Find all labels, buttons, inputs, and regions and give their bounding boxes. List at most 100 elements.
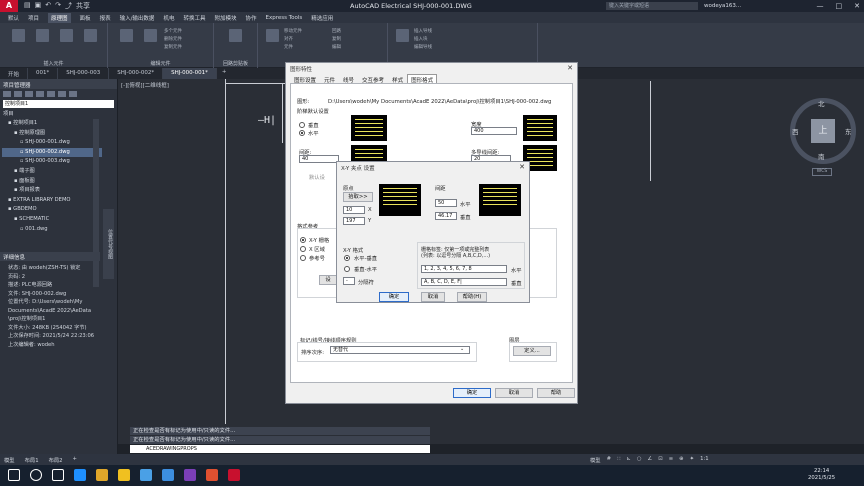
spacing-v-input[interactable]: 46.17 <box>435 212 457 220</box>
user-account[interactable]: wodeya163... <box>704 3 741 9</box>
chevron-down-icon[interactable]: ⌄ <box>460 346 464 352</box>
menu-tab[interactable]: 输入/输出数据 <box>120 14 155 22</box>
x-zone-radio[interactable] <box>300 246 306 252</box>
document-tab[interactable]: SHJ-000-002* <box>109 68 164 79</box>
maximize-button[interactable]: □ <box>836 2 843 10</box>
taskbar-app-icon[interactable] <box>206 469 218 481</box>
ribbon-small-item[interactable]: 编辑导线 <box>414 44 432 50</box>
spacing-input[interactable]: 40 <box>299 155 339 163</box>
copy-component-icon[interactable] <box>144 29 157 42</box>
xy-help-button[interactable]: 帮助(H) <box>457 292 487 302</box>
document-tab[interactable]: 开始 <box>0 68 29 79</box>
format-setup-button[interactable]: 设 <box>319 275 337 285</box>
ok-button[interactable]: 确定 <box>453 388 491 398</box>
project-selector[interactable]: 控制项目1 <box>3 100 114 108</box>
layout-tab[interactable]: 模型 <box>4 456 15 464</box>
status-toggle-icon[interactable]: ∠ <box>648 456 653 464</box>
pick-origin-button[interactable]: 拾取>> <box>343 192 373 202</box>
drawing-properties-icon[interactable] <box>58 91 66 97</box>
vertical-radio[interactable] <box>299 122 305 128</box>
xy-grid-radio[interactable] <box>300 237 306 243</box>
tree-item[interactable]: ▪ 面板图 <box>2 177 102 187</box>
vertical-labels-input[interactable]: A, B, C, D, E, F| <box>421 278 507 286</box>
insert-ladder-icon[interactable] <box>60 29 73 42</box>
tree-item[interactable]: ▪ 控制项目1 <box>2 119 102 129</box>
circuit-clipboard-icon[interactable] <box>229 29 242 42</box>
tree-item[interactable]: ▪ 项目报表 <box>2 186 102 196</box>
new-tab-icon[interactable]: + <box>217 68 232 79</box>
format-v-h-radio[interactable] <box>344 266 350 272</box>
reference-number-radio[interactable] <box>300 255 306 261</box>
taskbar-app-icon[interactable] <box>30 469 42 481</box>
edit-component-icon[interactable] <box>120 29 133 42</box>
command-input[interactable]: ACEDRAWINGPROPS <box>130 445 430 453</box>
viewcube-east[interactable]: 东 <box>845 126 852 136</box>
status-toggle-icon[interactable]: ∷ <box>617 456 620 464</box>
status-toggle-icon[interactable]: ⊕ <box>679 456 683 464</box>
autocad-logo[interactable]: A <box>0 0 18 12</box>
wire-number-icon[interactable] <box>396 29 409 42</box>
sort-order-select[interactable]: 无替代 <box>330 346 470 354</box>
taskbar-app-icon[interactable] <box>74 469 86 481</box>
taskbar-app-icon[interactable] <box>8 469 20 481</box>
xy-cancel-button[interactable]: 取消 <box>421 292 445 302</box>
layout-tab[interactable]: 布局2 <box>49 456 63 464</box>
insert-wire-icon[interactable] <box>36 29 49 42</box>
menu-tab[interactable]: 面板 <box>80 14 91 22</box>
menu-tab[interactable]: 附加模块 <box>214 14 236 22</box>
taskbar-app-icon[interactable] <box>184 469 196 481</box>
viewcube-south[interactable]: 南 <box>818 151 825 161</box>
ribbon-small-item[interactable]: 回路 <box>332 28 341 34</box>
new-project-icon[interactable] <box>14 91 22 97</box>
separator-input[interactable]: - <box>343 277 355 285</box>
menu-tab[interactable]: 默认 <box>8 14 19 22</box>
status-toggle-icon[interactable]: ⊡ <box>658 456 662 464</box>
insert-block-icon[interactable] <box>84 29 97 42</box>
taskbar-clock[interactable]: 22:14 2021/5/25 <box>808 468 835 482</box>
taskbar-app-icon[interactable] <box>118 469 130 481</box>
ribbon-small-item[interactable]: 复制元件 <box>164 44 182 50</box>
ribbon-small-item[interactable]: 插入导线 <box>414 28 432 34</box>
ribbon-small-item[interactable]: 元件 <box>284 44 293 50</box>
tree-item[interactable]: ▪ 端子图 <box>2 167 102 177</box>
open-icon[interactable]: ▤ <box>24 1 31 11</box>
ribbon-small-item[interactable]: 复制 <box>332 36 341 42</box>
model-space-toggle[interactable]: 模型 <box>590 456 601 464</box>
save-icon[interactable]: ▣ <box>35 1 42 11</box>
ribbon-small-item[interactable]: 移动元件 <box>284 28 302 34</box>
menu-tab[interactable]: 机电 <box>163 14 174 22</box>
ribbon-small-item[interactable]: 插入块 <box>414 36 428 42</box>
search-input[interactable]: 键入关键字或短语 <box>606 2 698 10</box>
layout-tab[interactable]: 布局1 <box>25 456 39 464</box>
tree-item[interactable]: ▫ SHJ-000-003.dwg <box>2 157 102 167</box>
status-toggle-icon[interactable]: # <box>607 456 611 464</box>
status-toggle-icon[interactable]: ✦ <box>690 456 694 464</box>
undo-icon[interactable]: ↶ <box>45 1 51 11</box>
close-icon[interactable]: ✕ <box>519 163 525 171</box>
close-icon[interactable]: ✕ <box>567 64 573 72</box>
menu-tab[interactable]: 报表 <box>100 14 111 22</box>
viewport-label[interactable]: [-][俯视][二维线框] <box>121 81 169 89</box>
horizontal-labels-input[interactable]: 1, 2, 3, 4, 5, 6, 7, 8 <box>421 265 507 273</box>
status-toggle-icon[interactable]: ⊾ <box>626 456 630 464</box>
menu-tab[interactable]: 转换工具 <box>183 14 205 22</box>
redo-icon[interactable]: ↷ <box>55 1 61 11</box>
tree-scrollbar[interactable] <box>93 119 99 287</box>
tree-item[interactable]: ▫ 001.dwg <box>2 225 102 235</box>
wcs-menu[interactable]: WCS <box>812 168 832 176</box>
close-button[interactable]: ✕ <box>854 2 860 10</box>
share-icon[interactable]: ⤴ <box>65 1 72 11</box>
menu-tab[interactable]: 项目 <box>28 14 39 22</box>
wire-icon[interactable] <box>266 29 279 42</box>
origin-y-input[interactable]: 197 <box>343 217 365 225</box>
minimize-button[interactable]: — <box>817 2 824 10</box>
help-button[interactable]: 帮助 <box>537 388 575 398</box>
project-properties-icon[interactable] <box>47 91 55 97</box>
document-tab[interactable]: SHJ-000-003 <box>58 68 110 79</box>
taskbar-app-icon[interactable] <box>52 469 64 481</box>
ribbon-small-item[interactable]: 编辑 <box>332 44 341 50</box>
origin-x-input[interactable]: 10 <box>343 206 365 214</box>
menu-tab[interactable]: 原理图 <box>48 12 71 23</box>
insert-component-icon[interactable] <box>12 29 25 42</box>
layout-tab[interactable]: + <box>73 456 77 464</box>
